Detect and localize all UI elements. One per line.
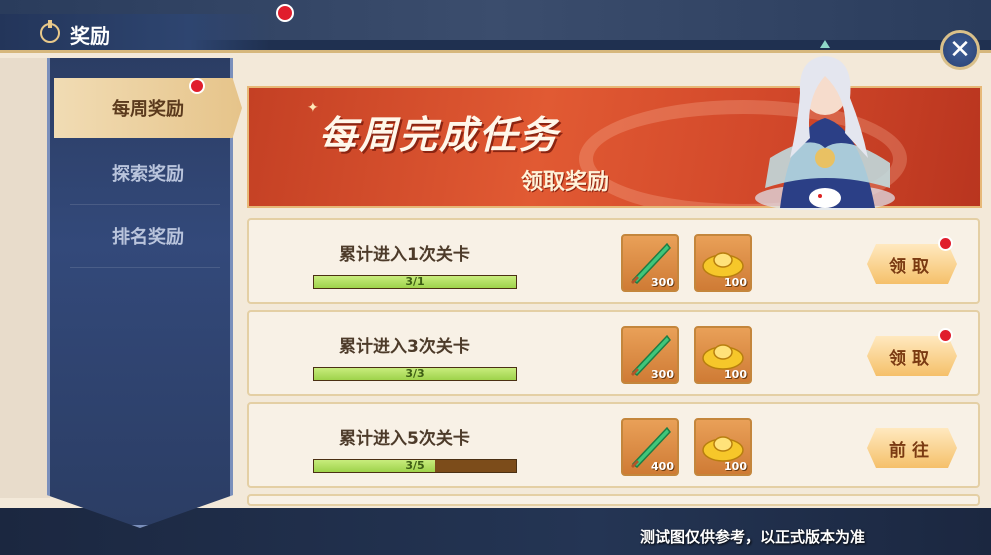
reward-quantity: 100 [724,368,747,381]
task-title: 累计进入1次关卡 [339,245,470,265]
gold-ingot-icon[interactable]: 100 [694,418,752,476]
progress-bar: 3/5 [313,459,517,473]
sparkle-icon: ✦ [307,100,319,116]
tab-weekly-rewards[interactable]: 每周奖励 [54,78,242,138]
gold-ingot-icon[interactable]: 100 [694,326,752,384]
reward-quantity: 100 [724,460,747,473]
gold-ingot-icon[interactable]: 100 [694,234,752,292]
reward-quantity: 400 [651,460,674,473]
progress-text: 3/3 [405,367,425,380]
progress-bar: 3/3 [313,367,517,381]
tab-divider [70,267,220,268]
progress-text: 3/1 [405,275,425,288]
reward-quantity: 300 [651,368,674,381]
close-button[interactable]: ✕ [940,30,980,70]
task-row: 累计进入5次关卡 3/5 400 100 前往 [247,402,980,488]
character-illustration [755,40,895,210]
tab-divider [70,204,220,205]
reward-quantity: 300 [651,276,674,289]
task-title: 累计进入3次关卡 [339,337,470,357]
task-row-partial [247,494,980,506]
page-title: 奖励 [70,24,110,48]
banner-title: 每周完成任务 [319,113,560,157]
progress-bar: 3/1 [313,275,517,289]
banner-subtitle: 领取奖励 [521,170,610,195]
tab-ranking-rewards[interactable]: 排名奖励 [54,206,242,266]
progress-text: 3/5 [405,459,425,472]
button-notification-dot [938,236,953,251]
go-button[interactable]: 前往 [867,428,957,468]
jade-dagger-icon[interactable]: 400 [621,418,679,476]
task-row: 累计进入1次关卡 3/1 300 100 领取 [247,218,980,304]
back-icon[interactable] [40,20,60,43]
tab-notification-dot [189,78,205,94]
panel-edge [0,58,50,498]
jade-dagger-icon[interactable]: 300 [621,326,679,384]
reward-quantity: 100 [724,276,747,289]
button-notification-dot [938,328,953,343]
jade-dagger-icon[interactable]: 300 [621,234,679,292]
tab-explore-rewards[interactable]: 探索奖励 [54,143,242,203]
task-title: 累计进入5次关卡 [339,429,470,449]
notification-dot [276,4,294,22]
disclaimer-text: 测试图仅供参考，以正式版本为准 [640,528,866,546]
task-row: 累计进入3次关卡 3/3 300 100 领取 [247,310,980,396]
